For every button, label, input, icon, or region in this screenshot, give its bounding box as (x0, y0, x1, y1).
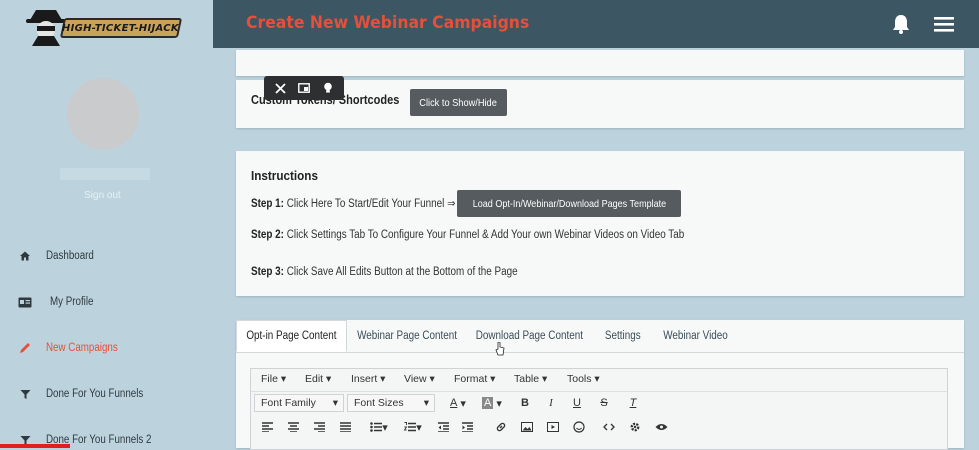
sidebar-item-label: New Campaigns (46, 342, 118, 354)
link-icon[interactable] (491, 418, 511, 436)
editor-toolbar-2: ▾ ▾ (251, 417, 947, 439)
step-3: Step 3: Click Save All Edits Button at t… (251, 266, 518, 278)
menu-view[interactable]: View ▾ (404, 373, 435, 385)
sidebar-item-dashboard[interactable]: Dashboard (0, 246, 213, 266)
sidebar: HIGH-TICKET-HIJACK Sign out Dashboard My… (0, 0, 213, 448)
avatar[interactable] (67, 78, 139, 150)
tokens-card: Custom Tokens/ Shortcodes Click to Show/… (236, 80, 964, 128)
sidebar-item-done-for-you-funnels[interactable]: Done For You Funnels (0, 384, 213, 404)
font-family-select[interactable]: Font Family ▾ (254, 394, 344, 412)
align-justify-icon[interactable] (335, 418, 355, 436)
page-title: Create New Webinar Campaigns (246, 13, 530, 33)
step-2: Step 2: Click Settings Tab To Configure … (251, 229, 685, 241)
menu-tools[interactable]: Tools ▾ (567, 373, 600, 385)
pencil-icon (18, 341, 32, 355)
tab-download-page-content[interactable]: Download Page Content (472, 320, 587, 352)
bullet-list-icon[interactable]: ▾ (365, 418, 393, 436)
window-icon[interactable] (295, 79, 313, 97)
sidebar-item-label: Done For You Funnels (46, 388, 144, 400)
lightbulb-icon[interactable] (319, 79, 337, 97)
code-icon[interactable] (599, 418, 619, 436)
content-tabs: Opt-in Page Content Webinar Page Content… (236, 320, 964, 353)
image-icon[interactable] (517, 418, 537, 436)
sign-out-link[interactable]: Sign out (0, 190, 205, 201)
instructions-title: Instructions (251, 168, 318, 183)
home-icon (18, 249, 32, 263)
top-card (236, 50, 964, 76)
tab-settings[interactable]: Settings (598, 320, 648, 352)
logo[interactable]: HIGH-TICKET-HIJACK (26, 6, 183, 46)
background-color-button[interactable]: A ▾ (477, 394, 507, 412)
editor-toolbar-1: Font Family ▾ Font Sizes ▾ A ▾ A ▾ B I U S… (251, 393, 947, 415)
align-center-icon[interactable] (283, 418, 303, 436)
content-card: Opt-in Page Content Webinar Page Content… (236, 320, 964, 450)
filter-icon (18, 387, 32, 401)
menu-file[interactable]: File ▾ (261, 373, 286, 385)
sidebar-item-my-profile[interactable]: My Profile (0, 292, 213, 312)
editor-menubar: File ▾ Edit ▾ Insert ▾ View ▾ Format ▾ T… (251, 369, 947, 392)
media-icon[interactable] (543, 418, 563, 436)
rich-text-editor: File ▾ Edit ▾ Insert ▾ View ▾ Format ▾ T… (250, 368, 948, 450)
load-template-button[interactable]: Load Opt-In/Webinar/Download Pages Templ… (457, 190, 681, 217)
video-progress-bar[interactable] (0, 444, 70, 448)
menu-insert[interactable]: Insert ▾ (351, 373, 385, 385)
sidebar-item-label: Dashboard (46, 250, 94, 262)
emoticon-icon[interactable] (569, 418, 589, 436)
text-color-button[interactable]: A ▾ (443, 394, 473, 412)
top-bar: Create New Webinar Campaigns (213, 0, 979, 48)
show-hide-button[interactable]: Click to Show/Hide (410, 89, 507, 116)
menu-format[interactable]: Format ▾ (454, 373, 495, 385)
menu-table[interactable]: Table ▾ (514, 373, 547, 385)
tab-webinar-page-content[interactable]: Webinar Page Content (352, 320, 462, 352)
logo-wordmark: HIGH-TICKET-HIJACK (59, 18, 183, 38)
mouse-pointer-icon (495, 342, 505, 356)
align-left-icon[interactable] (257, 418, 277, 436)
floating-toolbar (264, 76, 344, 100)
clear-formatting-button[interactable]: T (623, 394, 643, 412)
close-icon[interactable] (271, 79, 289, 97)
id-card-icon (18, 295, 32, 309)
preview-icon[interactable] (651, 418, 671, 436)
step-1: Step 1: Click Here To Start/Edit Your Fu… (251, 198, 456, 210)
settings-icon[interactable] (625, 418, 645, 436)
username-placeholder (60, 168, 150, 180)
spy-logo-icon (26, 10, 66, 46)
bold-button[interactable]: B (515, 394, 535, 412)
bell-icon[interactable] (890, 13, 912, 35)
hamburger-icon[interactable] (932, 14, 956, 34)
italic-button[interactable]: I (541, 394, 561, 412)
strikethrough-button[interactable]: S (594, 394, 614, 412)
underline-button[interactable]: U (567, 394, 587, 412)
tab-webinar-video[interactable]: Webinar Video (658, 320, 734, 352)
menu-edit[interactable]: Edit ▾ (305, 373, 331, 385)
sidebar-item-label: My Profile (50, 296, 94, 308)
numbered-list-icon[interactable]: ▾ (399, 418, 427, 436)
font-sizes-select[interactable]: Font Sizes ▾ (347, 394, 435, 412)
indent-icon[interactable] (457, 418, 477, 436)
instructions-card: Instructions Step 1: Click Here To Start… (236, 151, 964, 296)
sidebar-item-new-campaigns[interactable]: New Campaigns (0, 338, 213, 358)
outdent-icon[interactable] (433, 418, 453, 436)
tab-opt-in-page-content[interactable]: Opt-in Page Content (236, 320, 347, 352)
align-right-icon[interactable] (309, 418, 329, 436)
